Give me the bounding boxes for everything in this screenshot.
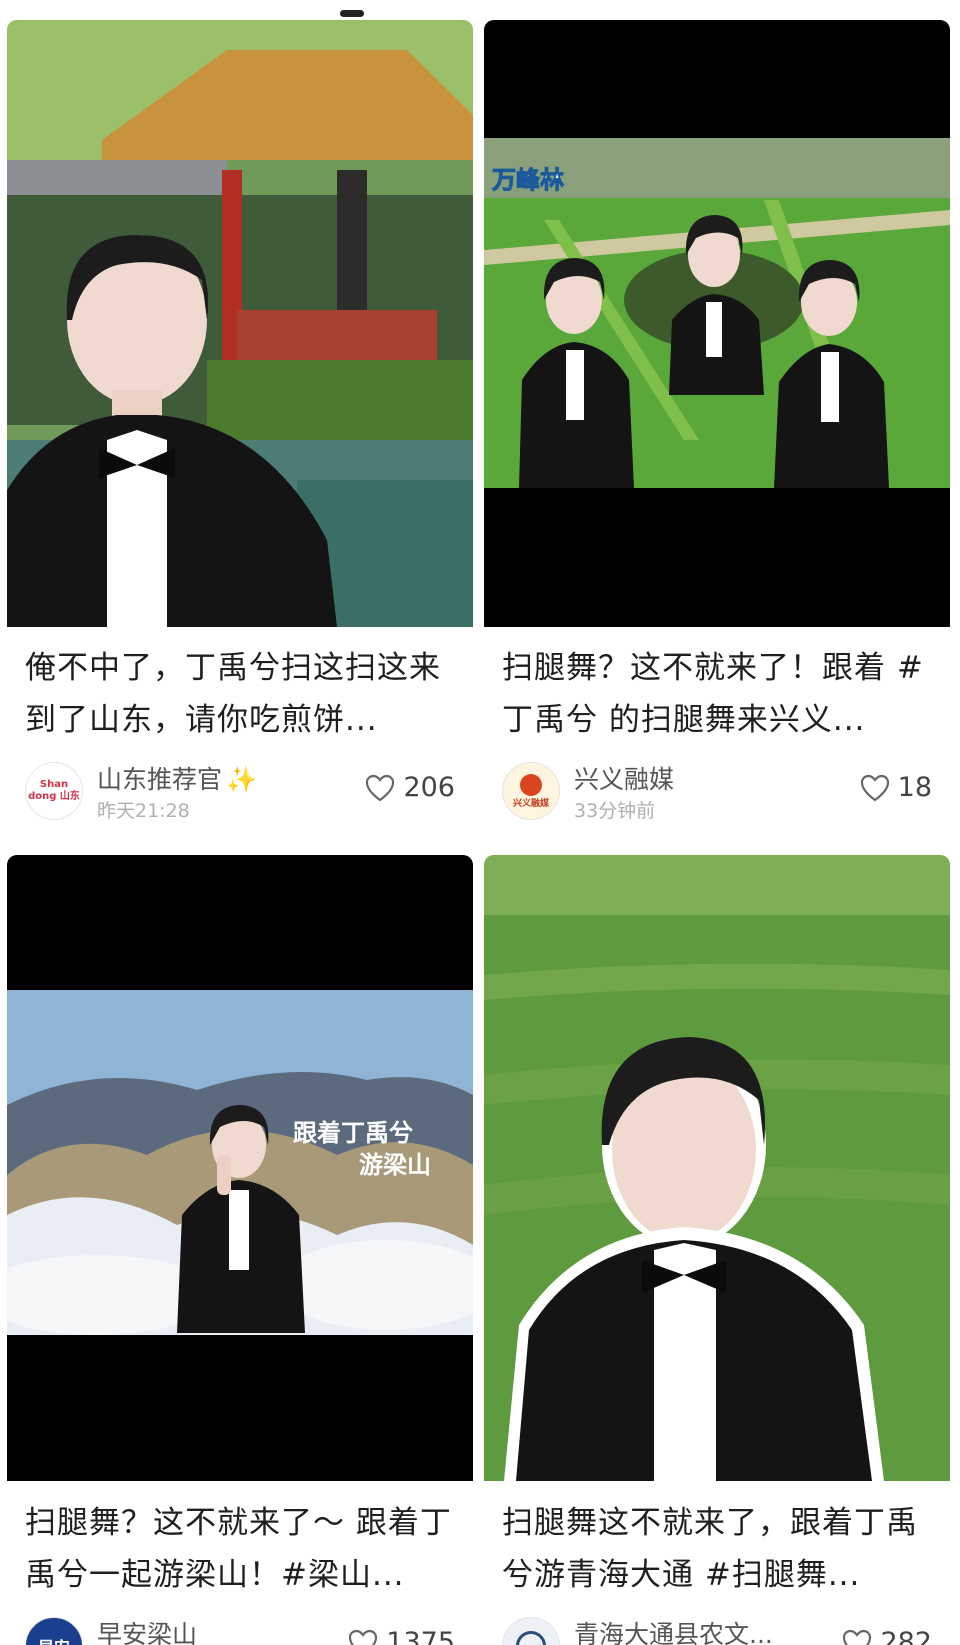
author-name[interactable]: 早安梁山 — [97, 1615, 197, 1645]
author-name[interactable]: 兴义融媒 — [574, 760, 674, 796]
like-button[interactable]: 18 — [860, 772, 932, 803]
post-time: 33分钟前 — [574, 800, 656, 822]
author-avatar[interactable]: Shan dong 山东 — [25, 762, 83, 820]
feed-card-4[interactable]: 扫腿舞这不就来了，跟着丁禹兮游青海大通 #扫腿舞... 青海大通县农文... 2… — [484, 855, 950, 1645]
card-title[interactable]: 扫腿舞？这不就来了！跟着 #丁禹兮 的扫腿舞来兴义... — [502, 642, 940, 746]
heart-outline-icon — [860, 774, 889, 801]
overlay-caption-line-2: 游梁山 — [359, 1151, 431, 1179]
card-meta: 兴义融媒 兴义融媒 33分钟前 18 — [502, 760, 940, 824]
like-button[interactable]: 1375 — [348, 1627, 455, 1645]
card-thumbnail[interactable]: 万峰林 — [484, 20, 950, 627]
feed-card-1[interactable]: 俺不中了，丁禹兮扫这扫这来到了山东，请你吃煎饼... Shan dong 山东 … — [7, 20, 473, 840]
card-meta: 早安 早安梁山 1375 — [25, 1615, 463, 1645]
like-button[interactable]: 282 — [842, 1627, 932, 1645]
author-name[interactable]: 青海大通县农文... — [574, 1615, 773, 1645]
post-time: 昨天21:28 — [97, 800, 190, 822]
card-meta: Shan dong 山东 山东推荐官 ✨ 昨天21:28 206 — [25, 760, 463, 824]
avatar-text: 早安 — [38, 1634, 70, 1645]
heart-outline-icon — [366, 774, 395, 801]
like-count: 206 — [403, 772, 455, 803]
like-button[interactable]: 206 — [365, 772, 455, 803]
heart-outline-icon — [349, 1629, 378, 1645]
feed-card-3[interactable]: 跟着丁禹兮 游梁山 扫腿舞？这不就来了～ 跟着丁禹兮一起游梁山！#梁山... 早… — [7, 855, 473, 1645]
card-title[interactable]: 扫腿舞？这不就来了～ 跟着丁禹兮一起游梁山！#梁山... — [25, 1497, 463, 1601]
heart-outline-icon — [843, 1629, 872, 1645]
author-avatar[interactable] — [502, 1617, 560, 1645]
avatar-text: Shan dong 山东 — [28, 779, 80, 802]
overlay-caption-line-1: 跟着丁禹兮 — [293, 1119, 413, 1147]
feed-card-2[interactable]: 万峰林 扫腿舞？这不就来了！跟着 #丁禹兮 的扫腿舞来兴义... 兴义融媒 兴义… — [484, 20, 950, 840]
card-thumbnail[interactable] — [484, 855, 950, 1481]
sparkle-icon: ✨ — [226, 765, 258, 794]
avatar-logo-icon — [520, 773, 542, 796]
overlay-location-label: 万峰林 — [492, 166, 564, 194]
author-avatar[interactable]: 早安 — [25, 1617, 83, 1645]
like-count: 282 — [880, 1627, 932, 1645]
avatar-globe-icon — [516, 1631, 546, 1645]
top-drag-handle — [340, 10, 364, 17]
card-meta: 青海大通县农文... 282 — [502, 1615, 940, 1645]
author-name[interactable]: 山东推荐官 ✨ — [97, 760, 257, 796]
card-thumbnail[interactable]: 跟着丁禹兮 游梁山 — [7, 855, 473, 1481]
like-count: 18 — [897, 772, 932, 803]
card-thumbnail[interactable] — [7, 20, 473, 627]
author-name-text: 山东推荐官 — [97, 765, 223, 794]
like-count: 1375 — [386, 1627, 455, 1645]
card-title[interactable]: 扫腿舞这不就来了，跟着丁禹兮游青海大通 #扫腿舞... — [502, 1497, 940, 1601]
author-avatar[interactable]: 兴义融媒 — [502, 762, 560, 820]
avatar-text: 兴义融媒 — [512, 798, 549, 809]
card-title[interactable]: 俺不中了，丁禹兮扫这扫这来到了山东，请你吃煎饼... — [25, 642, 463, 746]
